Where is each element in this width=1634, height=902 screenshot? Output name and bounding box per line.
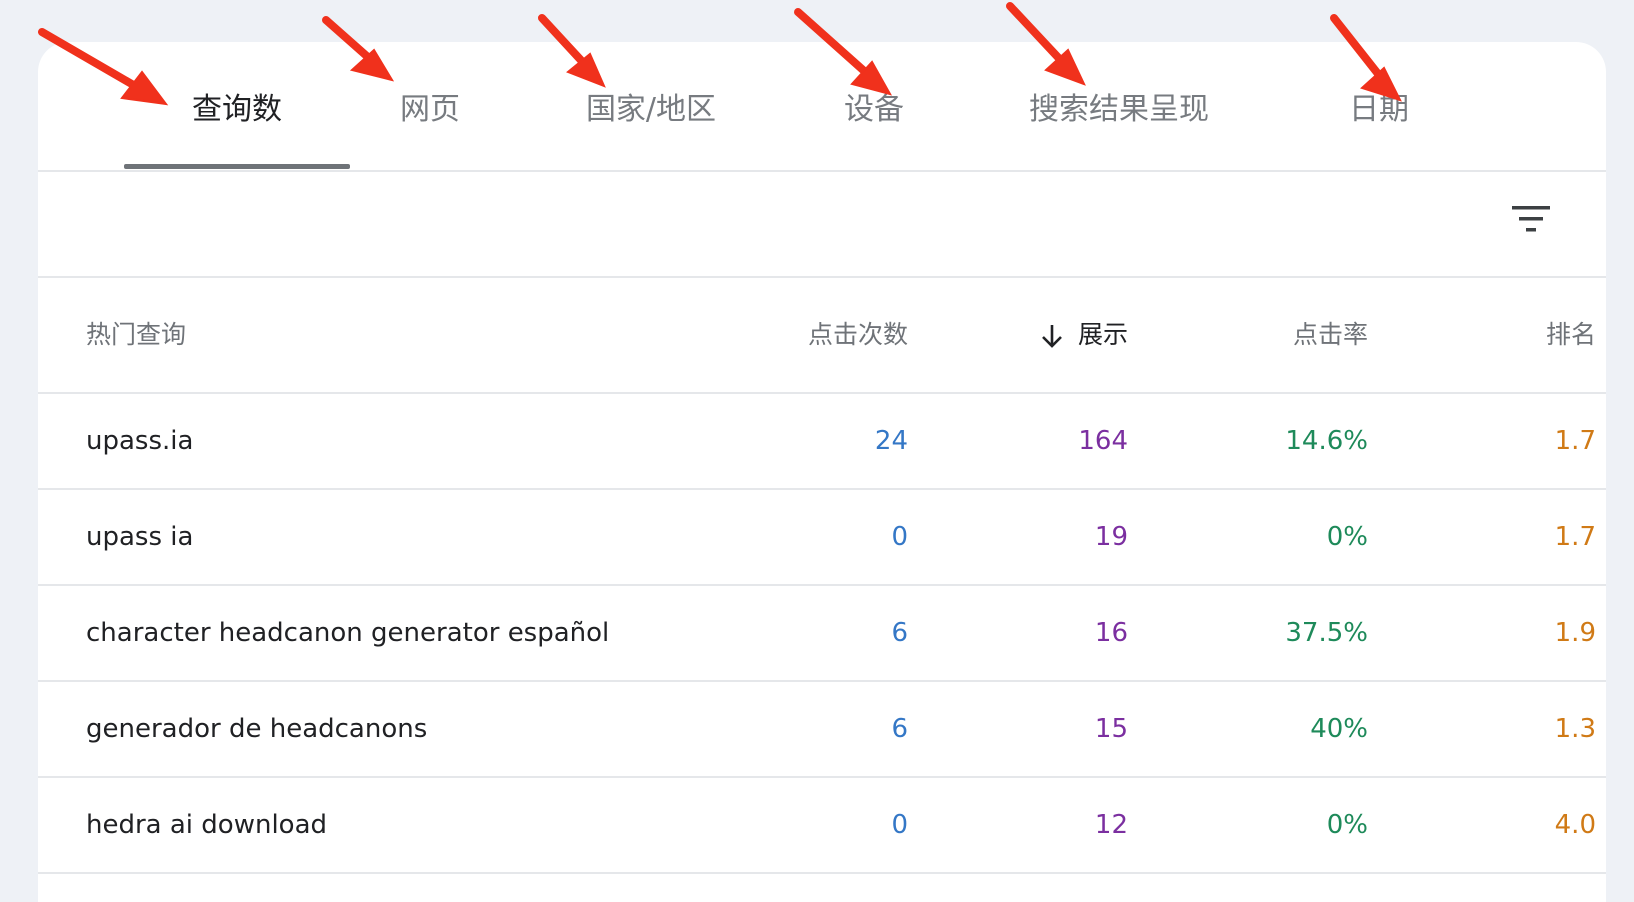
impressions-cell: 12 xyxy=(1094,810,1128,840)
header-impressions[interactable]: 展示 xyxy=(948,278,1128,392)
ctr-cell: 0% xyxy=(1326,810,1368,840)
position-cell: 4.0 xyxy=(1554,810,1596,840)
position-cell: 1.7 xyxy=(1554,426,1596,456)
tab-pages[interactable]: 网页 xyxy=(350,42,510,170)
tab-search-appearance[interactable]: 搜索结果呈现 xyxy=(1014,42,1224,170)
header-query[interactable]: 热门查询 xyxy=(86,278,186,392)
ctr-cell: 0% xyxy=(1326,522,1368,552)
query-cell: upass ia xyxy=(86,522,194,552)
clicks-cell: 24 xyxy=(874,426,908,456)
tab-devices[interactable]: 设备 xyxy=(814,42,934,170)
ctr-cell: 40% xyxy=(1310,714,1368,744)
tab-countries[interactable]: 国家/地区 xyxy=(558,42,744,170)
table-row[interactable]: upass.ia 24 164 14.6% 1.7 xyxy=(38,394,1606,490)
tab-queries[interactable]: 查询数 xyxy=(124,42,350,170)
performance-card: 查询数 网页 国家/地区 设备 搜索结果呈现 日期 热门查询 点击次数 展示 点… xyxy=(38,42,1606,902)
query-cell: character headcanon generator español xyxy=(86,618,610,648)
impressions-cell: 19 xyxy=(1094,522,1128,552)
filter-list-icon[interactable] xyxy=(1512,204,1552,236)
ctr-cell: 14.6% xyxy=(1285,426,1368,456)
header-position[interactable]: 排名 xyxy=(1438,278,1596,392)
header-ctr[interactable]: 点击率 xyxy=(1218,278,1368,392)
dimension-tabs: 查询数 网页 国家/地区 设备 搜索结果呈现 日期 xyxy=(38,42,1606,172)
position-cell: 1.9 xyxy=(1554,618,1596,648)
position-cell: 1.3 xyxy=(1554,714,1596,744)
query-cell: hedra ai download xyxy=(86,810,328,840)
clicks-cell: 6 xyxy=(891,618,908,648)
position-cell: 1.7 xyxy=(1554,522,1596,552)
table-row[interactable]: character headcanon generator español 6 … xyxy=(38,586,1606,682)
query-cell: generador de headcanons xyxy=(86,714,428,744)
clicks-cell: 0 xyxy=(891,522,908,552)
ctr-cell: 37.5% xyxy=(1285,618,1368,648)
query-cell: upass.ia xyxy=(86,426,194,456)
table-toolbar xyxy=(38,172,1606,278)
arrow-down-icon xyxy=(1042,325,1062,348)
table-header: 热门查询 点击次数 展示 点击率 排名 xyxy=(38,278,1606,394)
tab-dates[interactable]: 日期 xyxy=(1314,42,1444,170)
table-row[interactable]: upass ia 0 19 0% 1.7 xyxy=(38,490,1606,586)
header-clicks[interactable]: 点击次数 xyxy=(738,278,908,392)
table-row[interactable]: generador de headcanons 6 15 40% 1.3 xyxy=(38,682,1606,778)
clicks-cell: 6 xyxy=(891,714,908,744)
impressions-cell: 164 xyxy=(1078,426,1128,456)
impressions-cell: 15 xyxy=(1094,714,1128,744)
active-tab-indicator xyxy=(124,164,350,169)
clicks-cell: 0 xyxy=(891,810,908,840)
impressions-cell: 16 xyxy=(1094,618,1128,648)
table-row[interactable]: hedra ai download 0 12 0% 4.0 xyxy=(38,778,1606,874)
header-impressions-label: 展示 xyxy=(1077,320,1128,349)
